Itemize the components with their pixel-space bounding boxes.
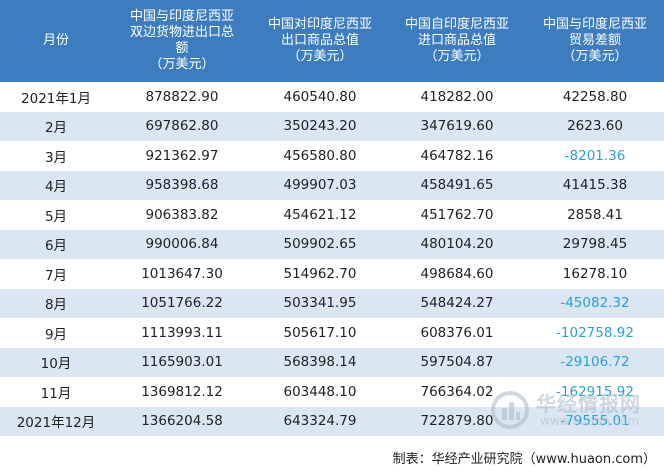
header-line: 额: [175, 41, 189, 56]
header-line: 中国对印度尼西亚: [267, 17, 372, 32]
value-cell: 2858.41: [567, 206, 623, 223]
value-cell: 697862.80: [145, 118, 219, 135]
header-line: 中国自印度尼西亚: [404, 17, 509, 32]
table-row: 9月 1113993.11 505617.10 608376.01 -102758.92: [0, 318, 664, 348]
value-cell: 456580.80: [283, 147, 357, 164]
value-cell: -102758.92: [556, 324, 634, 341]
value-cell: 16278.10: [562, 265, 628, 282]
watermark-name: 华经情报网: [536, 392, 641, 416]
watermark: 华经情报网 www.huaon.com: [490, 384, 660, 436]
month-cell: 3月: [44, 149, 68, 166]
table-row: 3月 921362.97 456580.80 464782.16 -8201.36: [0, 141, 664, 171]
trade-table: 月份 中国与印度尼西亚 双边货物进出口总额（万美元） 中国对印度尼西亚 出口商品总值 （万…: [0, 0, 664, 436]
month-cell: 10月: [40, 356, 72, 373]
value-cell: 464782.16: [420, 147, 494, 164]
month-cell: 6月: [44, 238, 68, 255]
value-cell: 1366204.58: [141, 413, 223, 430]
table-row: 2021年1月 878822.90 460540.80 418282.00 42258.…: [0, 82, 664, 112]
table-row: 7月 1013647.30 514962.70 498684.60 16278.10: [0, 259, 664, 289]
table-row: 4月 958398.68 499907.03 458491.65 41415.38: [0, 170, 664, 200]
value-cell: -8201.36: [564, 147, 626, 164]
value-cell: 454621.12: [283, 206, 357, 223]
table-row: 5月 906383.82 454621.12 451762.70 2858.41: [0, 200, 664, 230]
value-cell: 42258.80: [562, 88, 628, 105]
month-cell: 4月: [44, 179, 68, 196]
table-body: 2021年1月 878822.90 460540.80 418282.00 42258.…: [0, 82, 664, 436]
header-line: 双边货物进出口总: [129, 25, 234, 40]
value-cell: 1013647.30: [141, 265, 223, 282]
value-cell: 1165903.01: [141, 354, 223, 371]
header-line: （万美元）: [562, 49, 628, 64]
value-cell: 347619.60: [420, 118, 494, 135]
value-cell: 643324.79: [283, 413, 357, 430]
value-cell: 509902.65: [283, 236, 357, 253]
header-cell-1: 中国与印度尼西亚 双边货物进出口总额（万美元）: [112, 0, 252, 82]
value-cell: 990006.84: [145, 236, 219, 253]
month-cell: 11月: [40, 385, 72, 402]
table-header: 月份 中国与印度尼西亚 双边货物进出口总额（万美元） 中国对印度尼西亚 出口商品总值 （万…: [0, 0, 664, 82]
header-cell-0: 月份: [0, 0, 112, 82]
value-cell: 451762.70: [420, 206, 494, 223]
value-cell: 878822.90: [145, 88, 219, 105]
month-cell: 5月: [44, 208, 68, 225]
header-cell-4: 中国与印度尼西亚 贸易差额 （万美元）: [526, 0, 664, 82]
footer: 制表：华经产业研究院（www.huaon.com）: [0, 440, 664, 472]
value-cell: 608376.01: [420, 324, 494, 341]
header-line: 出口商品总值: [280, 33, 359, 48]
header-line: 进口商品总值: [417, 33, 496, 48]
month-cell: 9月: [44, 326, 68, 343]
value-cell: 548424.27: [420, 295, 494, 312]
watermark-url: www.huaon.com: [540, 414, 640, 428]
value-cell: 29798.45: [562, 236, 628, 253]
month-cell: 7月: [44, 267, 68, 284]
header-line: 中国与印度尼西亚: [129, 9, 234, 24]
value-cell: 906383.82: [145, 206, 219, 223]
value-cell: 41415.38: [562, 177, 628, 194]
table-row: 10月 1165903.01 568398.14 597504.87 -29106.72: [0, 347, 664, 377]
value-cell: 503341.95: [283, 295, 357, 312]
value-cell: 458491.65: [420, 177, 494, 194]
value-cell: -45082.32: [560, 295, 630, 312]
value-cell: 921362.97: [145, 147, 219, 164]
source-note: 制表：华经产业研究院（www.huaon.com）: [392, 452, 656, 467]
table-row: 8月 1051766.22 503341.95 548424.27 -45082.32: [0, 288, 664, 318]
value-cell: 499907.03: [283, 177, 357, 194]
value-cell: 1113993.11: [141, 324, 223, 341]
header-line: （万美元）: [424, 49, 490, 64]
value-cell: 597504.87: [420, 354, 494, 371]
header-line: 月份: [42, 33, 69, 48]
value-cell: 568398.14: [283, 354, 357, 371]
month-cell: 2021年12月: [16, 415, 96, 432]
value-cell: 460540.80: [283, 88, 357, 105]
value-cell: 958398.68: [145, 177, 219, 194]
header-line: （万美元）: [287, 49, 353, 64]
value-cell: 2623.60: [567, 118, 623, 135]
value-cell: 350243.20: [283, 118, 357, 135]
value-cell: 603448.10: [283, 383, 357, 400]
header-cell-3: 中国自印度尼西亚 进口商品总值 （万美元）: [388, 0, 526, 82]
value-cell: 498684.60: [420, 265, 494, 282]
month-cell: 2月: [44, 120, 68, 137]
value-cell: 1369812.12: [141, 383, 223, 400]
value-cell: -29106.72: [560, 354, 630, 371]
header-line: （万美元）: [149, 57, 215, 72]
value-cell: 418282.00: [420, 88, 494, 105]
header-cell-2: 中国对印度尼西亚 出口商品总值 （万美元）: [252, 0, 388, 82]
value-cell: 1051766.22: [141, 295, 223, 312]
month-cell: 8月: [44, 297, 68, 314]
value-cell: 514962.70: [283, 265, 357, 282]
header-line: 贸易差额: [568, 33, 621, 48]
header-line: 中国与印度尼西亚: [542, 17, 647, 32]
month-cell: 2021年1月: [21, 90, 91, 107]
value-cell: 480104.20: [420, 236, 494, 253]
huajing-logo-icon: [491, 391, 529, 429]
value-cell: 505617.10: [283, 324, 357, 341]
table-row: 6月 990006.84 509902.65 480104.20 29798.45: [0, 229, 664, 259]
table-row: 2月 697862.80 350243.20 347619.60 2623.60: [0, 111, 664, 141]
